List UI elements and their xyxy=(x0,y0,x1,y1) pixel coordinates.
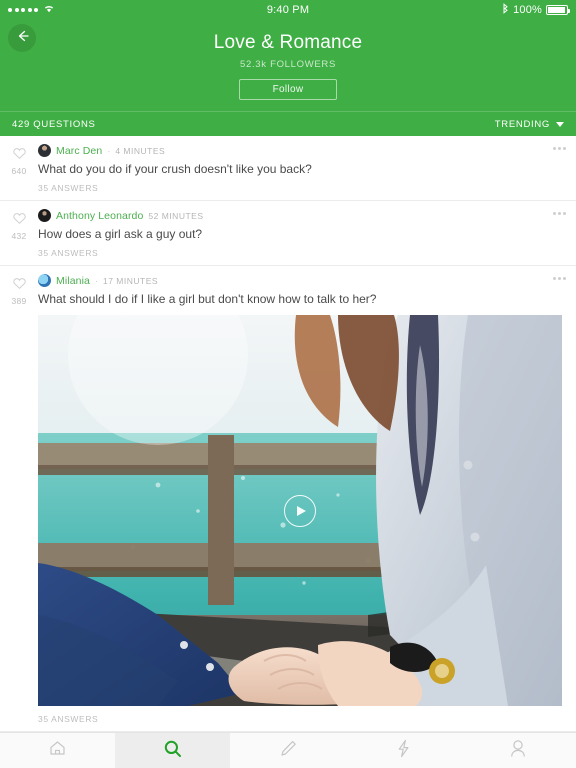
timestamp: 4 MINUTES xyxy=(115,145,166,156)
followers-count: 52.3k FOLLOWERS xyxy=(239,59,337,70)
question-text[interactable]: How does a girl ask a guy out? xyxy=(38,227,542,242)
play-icon[interactable] xyxy=(284,494,316,527)
question-row[interactable]: 389 Milania · 17 MINUTES What should I d… xyxy=(0,266,576,732)
filter-bar: 429 QUESTIONS TRENDING xyxy=(0,112,576,136)
tab-home[interactable] xyxy=(0,733,115,768)
more-options-icon[interactable] xyxy=(553,147,566,150)
pencil-icon xyxy=(279,739,298,763)
answers-count: 35 ANSWERS xyxy=(38,714,99,724)
avatar[interactable] xyxy=(38,144,51,157)
question-body: Anthony Leonardo 52 MINUTES How does a g… xyxy=(38,209,576,258)
bluetooth-icon xyxy=(502,3,509,17)
question-row[interactable]: 432 Anthony Leonardo 52 MINUTES How does… xyxy=(0,201,576,266)
author-name[interactable]: Anthony Leonardo xyxy=(56,210,143,222)
person-icon xyxy=(509,739,527,763)
avatar[interactable] xyxy=(38,274,51,287)
follow-button[interactable]: Follow xyxy=(239,79,337,100)
tab-profile[interactable] xyxy=(461,733,576,768)
chevron-down-icon xyxy=(556,121,564,127)
meta-separator: · xyxy=(94,275,98,286)
question-row[interactable]: 640 Marc Den · 4 MINUTES What do you do … xyxy=(0,136,576,201)
sort-selector[interactable]: TRENDING xyxy=(495,119,564,130)
heart-icon[interactable] xyxy=(12,276,27,295)
question-meta: Anthony Leonardo 52 MINUTES xyxy=(38,209,542,222)
question-body: Milania · 17 MINUTES What should I do if… xyxy=(38,274,576,731)
questions-count-label: 429 QUESTIONS xyxy=(12,118,96,130)
status-bar-time: 9:40 PM xyxy=(266,4,310,16)
battery-percent-label: 100% xyxy=(513,4,542,16)
more-options-icon[interactable] xyxy=(553,212,566,215)
more-options-icon[interactable] xyxy=(553,277,566,280)
heart-icon[interactable] xyxy=(12,211,27,230)
tab-bar xyxy=(0,732,576,768)
questions-feed[interactable]: 640 Marc Den · 4 MINUTES What do you do … xyxy=(0,136,576,732)
status-bar-left xyxy=(8,4,55,16)
status-bar-right: 100% xyxy=(502,3,570,17)
answers-count: 35 ANSWERS xyxy=(38,248,99,258)
tab-search[interactable] xyxy=(115,733,231,768)
timestamp: 52 MINUTES xyxy=(148,210,204,221)
tab-compose[interactable] xyxy=(230,733,345,768)
back-arrow-icon xyxy=(15,29,30,48)
battery-icon xyxy=(546,5,570,15)
search-icon xyxy=(163,739,182,763)
follow-button-wrapper: Follow xyxy=(0,79,576,100)
question-body: Marc Den · 4 MINUTES What do you do if y… xyxy=(38,144,576,193)
question-media[interactable] xyxy=(38,315,562,706)
question-meta: Milania · 17 MINUTES xyxy=(38,274,542,287)
question-meta: Marc Den · 4 MINUTES xyxy=(38,144,542,157)
answers-count: 35 ANSWERS xyxy=(38,183,99,193)
status-bar: 9:40 PM 100% xyxy=(0,0,576,20)
author-name[interactable]: Marc Den xyxy=(56,145,102,157)
meta-separator: · xyxy=(107,145,111,156)
back-button[interactable] xyxy=(8,24,36,52)
sort-label: TRENDING xyxy=(494,118,550,130)
like-count: 640 xyxy=(11,166,27,176)
signal-strength-icon xyxy=(8,8,38,12)
bolt-icon xyxy=(396,739,411,763)
like-column[interactable]: 432 xyxy=(0,211,38,241)
heart-icon[interactable] xyxy=(12,146,27,165)
like-count: 432 xyxy=(11,231,27,241)
avatar[interactable] xyxy=(38,209,51,222)
question-text[interactable]: What do you do if your crush doesn't lik… xyxy=(38,162,542,177)
like-column[interactable]: 389 xyxy=(0,276,38,306)
page-title: Love & Romance xyxy=(213,32,363,53)
timestamp: 17 MINUTES xyxy=(102,275,159,286)
app-root: 9:40 PM 100% Love & Romance 52.3k FOLLOW… xyxy=(0,0,576,768)
home-icon xyxy=(48,739,67,762)
wifi-icon xyxy=(43,4,55,16)
like-column[interactable]: 640 xyxy=(0,146,38,176)
tab-activity[interactable] xyxy=(346,733,461,768)
question-text[interactable]: What should I do if I like a girl but do… xyxy=(38,292,542,307)
like-count: 389 xyxy=(11,296,27,306)
author-name[interactable]: Milania xyxy=(56,275,90,287)
page-header: Love & Romance 52.3k FOLLOWERS Follow 42… xyxy=(0,20,576,136)
